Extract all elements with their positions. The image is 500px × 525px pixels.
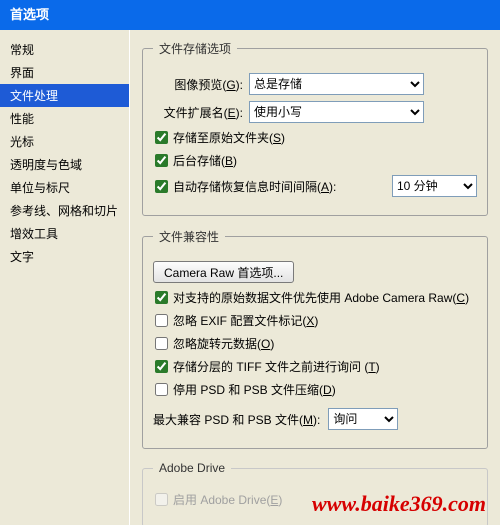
enable-adobe-drive-checkbox (155, 493, 168, 506)
auto-recover-checkbox[interactable] (155, 180, 168, 193)
ignore-rotation-checkbox[interactable] (155, 337, 168, 350)
sidebar-item-guides[interactable]: 参考线、网格和切片 (0, 199, 129, 222)
sidebar-item-transparency[interactable]: 透明度与色域 (0, 153, 129, 176)
prefer-acr-label: 对支持的原始数据文件优先使用 Adobe Camera Raw(C) (173, 289, 469, 306)
sidebar: 常规 界面 文件处理 性能 光标 透明度与色域 单位与标尺 参考线、网格和切片 … (0, 30, 130, 525)
auto-recover-label: 自动存储恢复信息时间间隔(A): (173, 178, 336, 195)
file-storage-legend: 文件存储选项 (153, 40, 237, 57)
file-extension-select[interactable]: 使用小写 (249, 101, 424, 123)
adobe-drive-legend: Adobe Drive (153, 461, 231, 475)
ignore-rotation-label: 忽略旋转元数据(O) (173, 335, 274, 352)
ask-tiff-label: 存储分层的 TIFF 文件之前进行询问 (T) (173, 358, 380, 375)
sidebar-item-interface[interactable]: 界面 (0, 61, 129, 84)
image-preview-select[interactable]: 总是存储 (249, 73, 424, 95)
save-original-folder-label: 存储至原始文件夹(S) (173, 129, 285, 146)
sidebar-item-performance[interactable]: 性能 (0, 107, 129, 130)
background-save-label: 后台存储(B) (173, 152, 237, 169)
file-compat-legend: 文件兼容性 (153, 228, 225, 245)
save-original-folder-checkbox[interactable] (155, 131, 168, 144)
image-preview-label: 图像预览(G): (153, 76, 243, 93)
disable-psd-compress-label: 停用 PSD 和 PSB 文件压缩(D) (173, 381, 336, 398)
sidebar-item-file-handling[interactable]: 文件处理 (0, 84, 129, 107)
max-compat-label: 最大兼容 PSD 和 PSB 文件(M): (153, 411, 320, 428)
sidebar-item-type[interactable]: 文字 (0, 245, 129, 268)
file-extension-label: 文件扩展名(E): (153, 104, 243, 121)
main-panel: 文件存储选项 图像预览(G): 总是存储 文件扩展名(E): 使用小写 存储至原… (130, 30, 500, 525)
prefer-acr-checkbox[interactable] (155, 291, 168, 304)
sidebar-item-plugins[interactable]: 增效工具 (0, 222, 129, 245)
background-save-checkbox[interactable] (155, 154, 168, 167)
file-compat-group: 文件兼容性 Camera Raw 首选项... 对支持的原始数据文件优先使用 A… (142, 228, 488, 449)
sidebar-item-cursors[interactable]: 光标 (0, 130, 129, 153)
window-title: 首选项 (0, 0, 500, 30)
enable-adobe-drive-label: 启用 Adobe Drive(E) (173, 491, 282, 508)
ignore-exif-checkbox[interactable] (155, 314, 168, 327)
sidebar-item-general[interactable]: 常规 (0, 38, 129, 61)
disable-psd-compress-checkbox[interactable] (155, 383, 168, 396)
file-storage-group: 文件存储选项 图像预览(G): 总是存储 文件扩展名(E): 使用小写 存储至原… (142, 40, 488, 216)
sidebar-item-units[interactable]: 单位与标尺 (0, 176, 129, 199)
camera-raw-prefs-button[interactable]: Camera Raw 首选项... (153, 261, 294, 283)
ignore-exif-label: 忽略 EXIF 配置文件标记(X) (173, 312, 318, 329)
auto-recover-interval-select[interactable]: 10 分钟 (392, 175, 477, 197)
watermark: www.baike369.com (312, 491, 486, 517)
ask-tiff-checkbox[interactable] (155, 360, 168, 373)
max-compat-select[interactable]: 询问 (328, 408, 398, 430)
